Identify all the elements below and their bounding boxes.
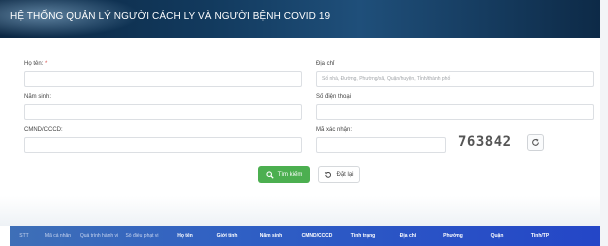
column-header-personal-code: Mã cá nhân [44,233,72,239]
column-header-full-name: Họ tên [177,233,193,239]
undo-icon [325,171,332,178]
address-input[interactable]: Số nhà, Đường, Phường/xã, Quận/huyện, Tỉ… [316,71,594,87]
captcha-input[interactable] [316,137,446,153]
required-mark: * [45,61,48,67]
column-header-address: Địa chỉ [399,233,417,239]
captcha-image: 763842 [458,134,512,150]
page-title: HỆ THỐNG QUẢN LÝ NGƯỜI CÁCH LY VÀ NGƯỜI … [10,11,331,22]
scrollbar-track[interactable] [600,0,608,246]
column-header-behavior: Quá trình hành vi [79,233,119,239]
birth-year-label: Năm sinh: [24,94,52,100]
reset-button-label: Đặt lại [336,171,354,178]
full-name-label-text: Họ tên: [24,61,44,67]
id-number-input[interactable] [24,137,302,153]
address-placeholder: Số nhà, Đường, Phường/xã, Quận/huyện, Tỉ… [322,76,451,82]
search-icon [266,170,274,179]
full-name-input[interactable] [24,71,302,87]
column-header-district: Quận [490,233,504,239]
search-button-label: Tìm kiếm [277,171,303,178]
header-banner: HỆ THỐNG QUẢN LÝ NGƯỜI CÁCH LY VÀ NGƯỜI … [0,0,600,38]
reset-button[interactable]: Đặt lại [318,166,360,183]
captcha-refresh-button[interactable] [527,134,544,151]
birth-year-input[interactable] [24,104,302,120]
column-header-stt: STT [19,233,29,239]
phone-label: Số điện thoại [316,94,352,100]
address-label: Địa chỉ [316,61,335,67]
refresh-icon [532,138,539,146]
results-table-header: STT Mã cá nhân Quá trình hành vi Số điều… [10,226,600,246]
full-name-label: Họ tên: * [24,61,47,67]
column-header-id-number: CMND/CCCD [301,233,333,239]
column-header-ward: Phường [443,233,463,239]
column-header-province: Tỉnh/TP [530,233,550,239]
captcha-label: Mã xác nhận: [316,127,353,133]
phone-input[interactable] [316,104,594,120]
column-header-birth-year: Năm sinh [259,233,283,239]
search-button[interactable]: Tìm kiếm [258,166,310,183]
column-header-penalty: Số điều phạt vi [125,233,159,239]
column-header-gender: Giới tính [216,233,238,239]
column-header-status: Tình trạng [350,233,376,239]
section-divider [0,196,600,226]
id-number-label: CMND/CCCD: [24,127,63,133]
